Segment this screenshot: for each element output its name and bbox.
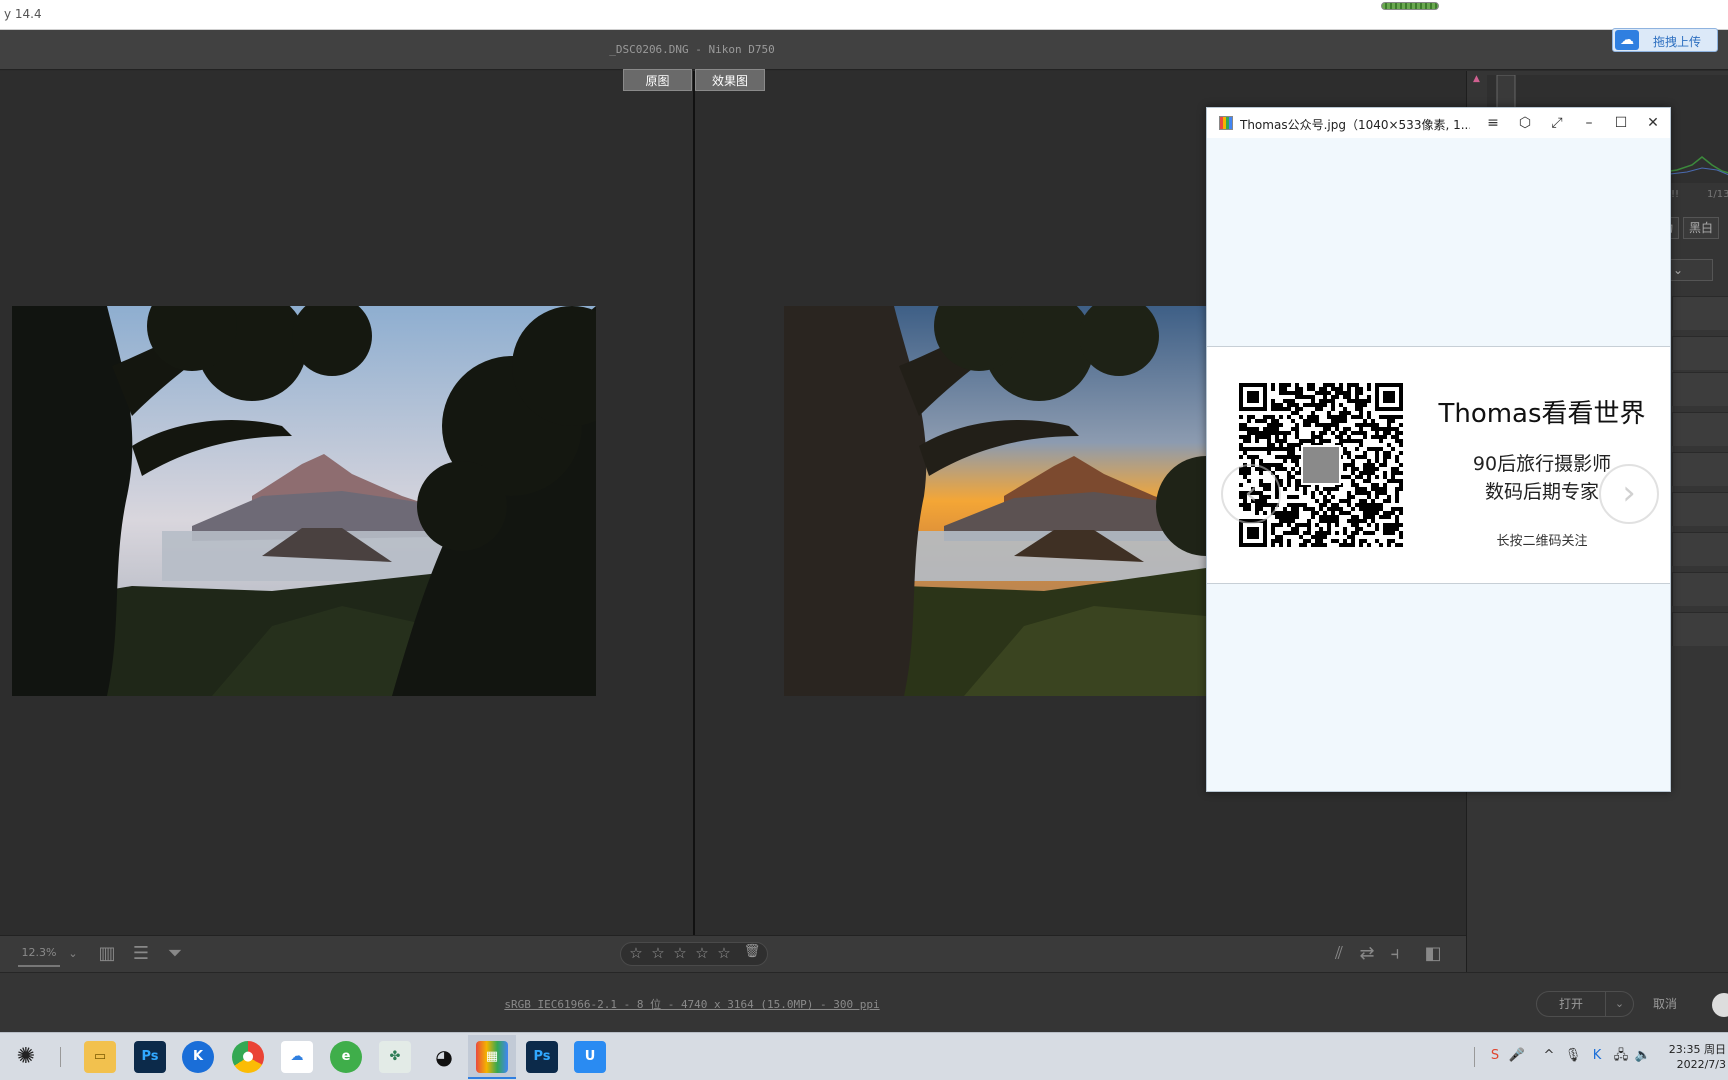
image-viewer-icon[interactable]: ▦ bbox=[476, 1041, 508, 1073]
microphone-icon[interactable]: 🎤 bbox=[1508, 1047, 1526, 1065]
filter-icon[interactable]: ⏷ bbox=[164, 942, 186, 966]
panel-row-4[interactable] bbox=[1672, 412, 1728, 446]
baidu-netdisk-icon[interactable]: ☁ bbox=[281, 1041, 313, 1073]
cancel-button[interactable]: 取消 bbox=[1640, 991, 1690, 1017]
star-icon-2[interactable]: ☆ bbox=[647, 944, 669, 962]
panel-row-1[interactable] bbox=[1672, 296, 1728, 330]
card-title: Thomas看看世界 bbox=[1438, 399, 1646, 429]
qq-icon[interactable]: ◕ bbox=[428, 1041, 460, 1073]
panel-row-7[interactable] bbox=[1672, 532, 1728, 566]
zoom-level[interactable]: 12.3% bbox=[18, 943, 60, 967]
kugou-icon[interactable]: K bbox=[182, 1041, 214, 1073]
clover-icon[interactable]: ✤ bbox=[379, 1041, 411, 1073]
viewer-titlebar[interactable]: Thomas公众号.jpg（1040×533像素, 1... ≡ ⬡ ⤢ – ☐… bbox=[1207, 108, 1670, 138]
zoom-dropdown-icon[interactable]: ⌄ bbox=[62, 942, 84, 966]
image-info-link[interactable]: sRGB IEC61966-2.1 - 8 位 - 4740 x 3164 (1… bbox=[0, 996, 1384, 1012]
next-image-icon[interactable]: › bbox=[1599, 464, 1659, 524]
histogram-label-right: 1/13 bbox=[1707, 189, 1728, 200]
qr-avatar bbox=[1301, 445, 1341, 485]
menu-icon[interactable]: ≡ bbox=[1479, 112, 1507, 134]
progress-indicator bbox=[1381, 2, 1439, 10]
fullscreen-icon[interactable]: ⤢ bbox=[1543, 112, 1571, 134]
qr-card-image: Thomas看看世界 90后旅行摄影师 数码后期专家 长按二维码关注 bbox=[1207, 346, 1670, 584]
network-icon[interactable]: 🖧 bbox=[1612, 1047, 1630, 1065]
chrome-icon[interactable]: ● bbox=[232, 1041, 264, 1073]
star-icon-1[interactable]: ☆ bbox=[625, 944, 647, 962]
swap-icon[interactable]: ⇄ bbox=[1356, 942, 1378, 966]
panel-row-9[interactable] bbox=[1672, 612, 1728, 646]
side-by-side-icon[interactable]: ◧ bbox=[1422, 942, 1444, 966]
taskbar-separator bbox=[60, 1047, 61, 1067]
split-compare-icon[interactable]: ⫽ bbox=[1328, 942, 1350, 966]
file-title: _DSC0206.DNG - Nikon D750 bbox=[609, 43, 775, 56]
skin-icon[interactable]: ⬡ bbox=[1511, 112, 1539, 134]
volume-icon[interactable]: 🔈 bbox=[1634, 1047, 1652, 1065]
show-hidden-icons-icon[interactable]: ^ bbox=[1540, 1047, 1558, 1065]
black-white-button[interactable]: 黑白 bbox=[1683, 217, 1719, 239]
tray-separator bbox=[1474, 1047, 1475, 1067]
uu-booster-icon[interactable]: U bbox=[574, 1041, 606, 1073]
filmstrip-icon[interactable]: ▥ bbox=[96, 942, 118, 966]
photoshop-icon-2[interactable]: Ps bbox=[526, 1041, 558, 1073]
maximize-icon[interactable]: ☐ bbox=[1607, 112, 1635, 134]
star-icon-3[interactable]: ☆ bbox=[669, 944, 691, 962]
photoshop-icon[interactable]: Ps bbox=[134, 1041, 166, 1073]
card-scan-hint: 长按二维码关注 bbox=[1496, 534, 1588, 549]
clip-warning-icon[interactable]: ▲ bbox=[1473, 74, 1483, 84]
image-app-icon bbox=[1219, 116, 1233, 130]
panel-row-6[interactable] bbox=[1672, 492, 1728, 526]
panel-row-8[interactable] bbox=[1672, 572, 1728, 606]
version-text: y 14.4 bbox=[4, 7, 42, 21]
photo-effect bbox=[784, 306, 1206, 696]
toggle-switch[interactable] bbox=[1712, 993, 1728, 1017]
close-icon[interactable]: ✕ bbox=[1639, 112, 1667, 134]
star-icon-5[interactable]: ☆ bbox=[713, 944, 735, 962]
tab-original[interactable]: 原图 bbox=[623, 69, 692, 91]
minimize-icon[interactable]: – bbox=[1575, 112, 1603, 134]
windows-taskbar: ✺ ▭ Ps K ● ☁ e ✤ ◕ ▦ Ps U S 🎤 ^ 🎙 K 🖧 🔈 … bbox=[0, 1032, 1728, 1080]
open-dropdown-icon[interactable]: ⌄ bbox=[1606, 991, 1634, 1017]
kugou-tray-icon[interactable]: K bbox=[1588, 1047, 1606, 1065]
status-bar: sRGB IEC61966-2.1 - 8 位 - 4740 x 3164 (1… bbox=[0, 972, 1728, 1032]
clock-time: 23:35 周日 bbox=[1668, 1043, 1726, 1056]
file-explorer-icon[interactable]: ▭ bbox=[84, 1041, 116, 1073]
panel-row-3[interactable] bbox=[1672, 372, 1728, 406]
histogram-label-left: !! bbox=[1671, 189, 1680, 200]
photo-original bbox=[12, 306, 596, 696]
compare-divider[interactable] bbox=[693, 71, 695, 935]
system-clock[interactable]: 23:35 周日 2022/7/3 bbox=[1656, 1042, 1726, 1072]
top-strip: y 14.4 bbox=[0, 0, 1728, 30]
tab-effect[interactable]: 效果图 bbox=[695, 69, 765, 91]
image-viewer-window[interactable]: Thomas公众号.jpg（1040×533像素, 1... ≡ ⬡ ⤢ – ☐… bbox=[1206, 107, 1671, 792]
clock-date: 2022/7/3 bbox=[1676, 1058, 1726, 1071]
sort-icon[interactable]: ☰ bbox=[130, 942, 152, 966]
browser-icon[interactable]: e bbox=[330, 1041, 362, 1073]
star-icon-4[interactable]: ☆ bbox=[691, 944, 713, 962]
viewer-file-name: Thomas公众号.jpg（1040×533像素, 1... bbox=[1240, 118, 1470, 132]
baidu-cloud-icon: ☁ bbox=[1615, 30, 1639, 50]
viewer-toolbar: 12.3% ⌄ ▥ ☰ ⏷ ☆ ☆ ☆ ☆ ☆ 🗑 ⫽ ⇄ ⫞ ◧ bbox=[0, 935, 1466, 972]
panel-row-2[interactable] bbox=[1672, 336, 1728, 370]
panel-row-5[interactable] bbox=[1672, 452, 1728, 486]
file-title-bar: _DSC0206.DNG - Nikon D750 bbox=[0, 30, 1728, 70]
upload-label: 拖拽上传 bbox=[1653, 35, 1702, 49]
open-button[interactable]: 打开 bbox=[1536, 991, 1606, 1017]
align-icon[interactable]: ⫞ bbox=[1384, 942, 1406, 966]
sogou-input-icon[interactable]: S bbox=[1486, 1047, 1504, 1065]
trash-icon[interactable]: 🗑 bbox=[741, 944, 763, 959]
star-rating[interactable]: ☆ ☆ ☆ ☆ ☆ 🗑 bbox=[620, 942, 768, 966]
start-menu-icon[interactable]: ✺ bbox=[10, 1041, 42, 1073]
prev-image-icon[interactable]: ‹ bbox=[1221, 464, 1281, 524]
drag-upload-button[interactable]: ☁ 拖拽上传 bbox=[1612, 28, 1718, 52]
mic-tray-icon[interactable]: 🎙 bbox=[1564, 1047, 1582, 1065]
